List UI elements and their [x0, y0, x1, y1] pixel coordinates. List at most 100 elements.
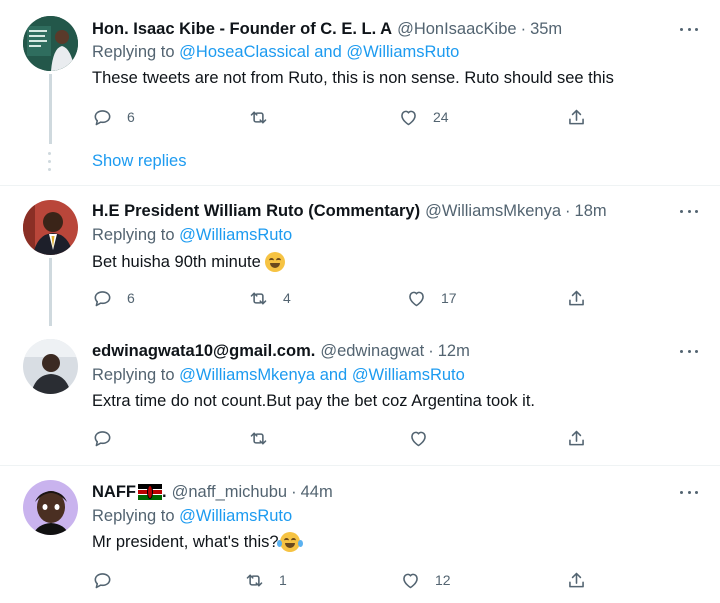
more-options-icon[interactable]	[680, 19, 698, 39]
separator-dot: ·	[428, 341, 434, 360]
heart-icon	[411, 431, 426, 446]
reply-icon	[94, 109, 111, 125]
like-button[interactable]	[408, 427, 443, 449]
author-name-suffix: .	[162, 482, 167, 501]
reply-button[interactable]: 6	[92, 106, 135, 128]
reply-icon	[94, 430, 111, 446]
reply-icon	[94, 290, 111, 306]
tweet-2[interactable]: H.E President William Ruto (Commentary) …	[0, 186, 720, 326]
reply-count: 6	[127, 290, 135, 306]
timestamp[interactable]: 44m	[301, 483, 333, 502]
heart-icon	[409, 291, 424, 306]
tweet-actions	[92, 427, 592, 449]
avatar[interactable]	[23, 200, 78, 255]
retweet-count: 1	[279, 572, 287, 588]
author-handle[interactable]: @HonIsaacKibe	[397, 20, 516, 39]
replying-prefix: Replying to	[92, 226, 175, 244]
thread-line	[49, 258, 52, 326]
retweet-button[interactable]: 4	[248, 287, 291, 309]
reply-count: 6	[127, 109, 135, 125]
tweet-text-content: These tweets are not from Ruto, this is …	[92, 69, 614, 87]
author-handle[interactable]: @edwinagwat	[320, 342, 424, 361]
tweet-actions: 6 4 17	[92, 287, 592, 309]
mention-link[interactable]: @WilliamsRuto	[352, 366, 465, 384]
separator-dot: ·	[520, 19, 527, 38]
tweet-4[interactable]: NAFF . @naff_michubu · 44m Replying to @…	[0, 466, 720, 603]
avatar-image	[23, 480, 78, 535]
share-button[interactable]	[566, 427, 587, 449]
more-options-icon[interactable]	[680, 201, 698, 221]
mention-link[interactable]: @WilliamsMkenya	[179, 366, 315, 384]
show-replies-link[interactable]: Show replies	[92, 152, 186, 171]
timestamp[interactable]: 35m	[530, 20, 562, 39]
avatar-image	[23, 339, 78, 394]
tweet-text: Bet huisha 90th minute	[92, 252, 285, 272]
replying-prefix: Replying to	[92, 366, 175, 384]
author-handle[interactable]: @WilliamsMkenya	[425, 202, 561, 221]
mention-link[interactable]: @HoseaClassical	[179, 43, 309, 61]
mention-link[interactable]: @WilliamsRuto	[179, 226, 292, 244]
tweet-header: NAFF . @naff_michubu · 44m	[92, 481, 333, 503]
author-handle[interactable]: @naff_michubu	[172, 483, 288, 502]
author-name[interactable]: Hon. Isaac Kibe - Founder of C. E. L. A	[92, 20, 392, 39]
replying-prefix: Replying to	[92, 507, 175, 525]
tweet-3[interactable]: edwinagwata10@gmail.com. @edwinagwat · 1…	[0, 326, 720, 465]
share-icon	[569, 572, 584, 587]
timestamp[interactable]: 12m	[438, 342, 470, 361]
avatar[interactable]	[23, 16, 78, 71]
tweet-text-content: Extra time do not count.But pay the bet …	[92, 392, 536, 410]
tweet-text: These tweets are not from Ruto, this is …	[92, 69, 614, 88]
share-icon	[569, 109, 584, 124]
tweet-actions: 1 12	[92, 569, 592, 591]
tweet-text: Mr president, what's this?	[92, 532, 303, 552]
retweet-button[interactable]	[248, 427, 283, 449]
tweet-header: Hon. Isaac Kibe - Founder of C. E. L. A …	[92, 18, 562, 40]
reply-button[interactable]: 6	[92, 287, 135, 309]
more-options-icon[interactable]	[680, 341, 698, 361]
replying-prefix: Replying to	[92, 43, 175, 61]
tweet-text-content: Bet huisha 90th minute	[92, 252, 261, 271]
heart-icon	[401, 110, 416, 125]
mention-link[interactable]: @WilliamsRuto	[346, 43, 459, 61]
avatar[interactable]	[23, 480, 78, 535]
timestamp[interactable]: 18m	[575, 202, 607, 221]
avatar-image	[23, 200, 78, 255]
tweet-header: edwinagwata10@gmail.com. @edwinagwat · 1…	[92, 340, 470, 362]
author-name[interactable]: H.E President William Ruto (Commentary)	[92, 202, 420, 221]
avatar[interactable]	[23, 339, 78, 394]
author-name[interactable]: edwinagwata10@gmail.com.	[92, 342, 315, 361]
share-icon	[569, 430, 584, 445]
tweet-1[interactable]: Hon. Isaac Kibe - Founder of C. E. L. A …	[0, 0, 720, 185]
tweet-header: H.E President William Ruto (Commentary) …	[92, 200, 607, 222]
share-button[interactable]	[566, 106, 587, 128]
retweet-button[interactable]	[248, 106, 283, 128]
heart-icon	[403, 573, 418, 588]
tweet-text-content: Mr president, what's this?	[92, 532, 279, 551]
like-count: 17	[441, 290, 457, 306]
mention-join: and	[319, 366, 348, 384]
retweet-button[interactable]: 1	[244, 569, 287, 591]
replying-to: Replying to @WilliamsMkenya and @William…	[92, 366, 465, 385]
thread-line	[49, 74, 52, 144]
like-button[interactable]: 12	[400, 569, 451, 591]
more-options-icon[interactable]	[680, 482, 698, 502]
author-name[interactable]: NAFF	[92, 483, 136, 502]
tweet-actions: 6 24	[92, 106, 592, 128]
retweet-icon	[250, 291, 267, 305]
retweet-icon	[246, 573, 263, 587]
grinning-face-emoji-icon	[264, 252, 285, 272]
like-button[interactable]: 24	[398, 106, 449, 128]
like-button[interactable]: 17	[406, 287, 457, 309]
replying-to: Replying to @HoseaClassical and @William…	[92, 43, 459, 62]
reply-button[interactable]	[92, 427, 127, 449]
share-button[interactable]	[566, 287, 587, 309]
replying-to: Replying to @WilliamsRuto	[92, 507, 292, 526]
retweet-icon	[250, 431, 267, 445]
kenya-flag-icon	[138, 484, 162, 500]
reply-button[interactable]	[92, 569, 127, 591]
mention-join: and	[314, 43, 342, 61]
retweet-count: 4	[283, 290, 291, 306]
avatar-image	[23, 16, 78, 71]
share-button[interactable]	[566, 569, 587, 591]
mention-link[interactable]: @WilliamsRuto	[179, 507, 292, 525]
